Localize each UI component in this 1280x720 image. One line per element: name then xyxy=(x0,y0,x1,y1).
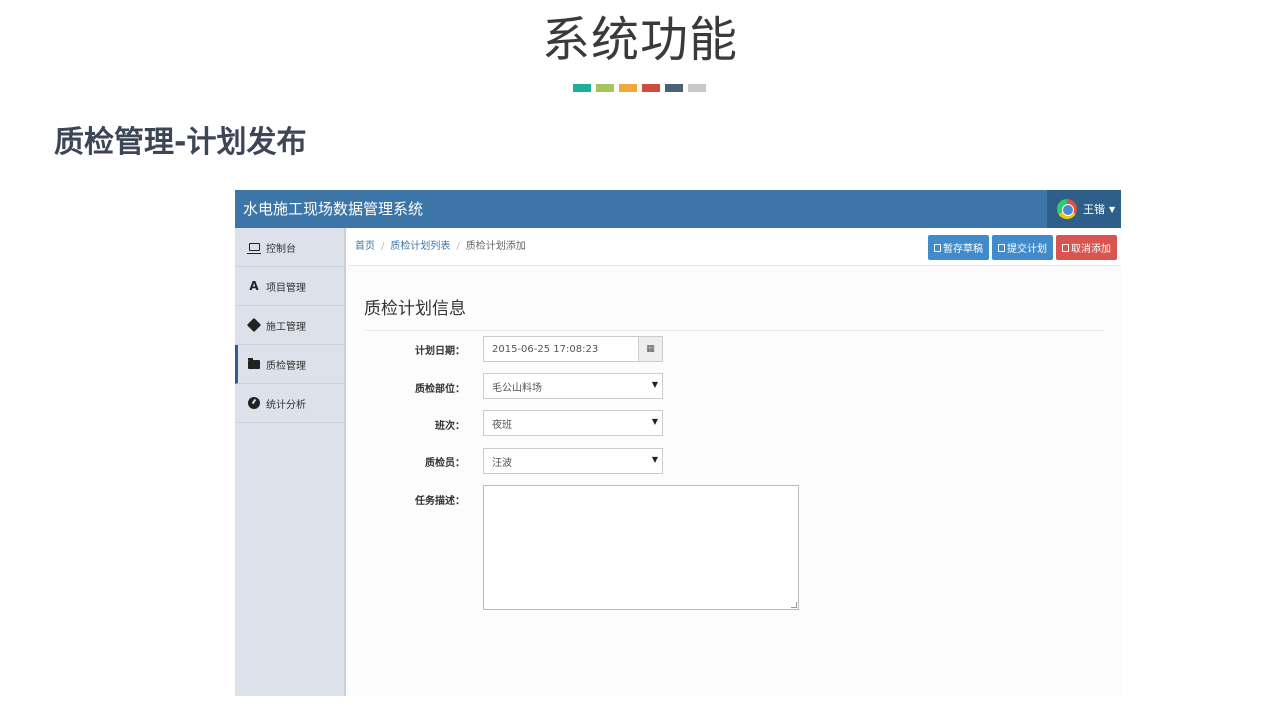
color-swatch xyxy=(619,84,637,92)
user-avatar-icon xyxy=(1057,199,1077,219)
sidebar-item-label: 施工管理 xyxy=(266,321,306,333)
user-name: 王锴 xyxy=(1083,203,1105,216)
inspector-value: 汪波 xyxy=(492,457,512,469)
submit-icon xyxy=(998,243,1005,252)
chevron-down-icon: ▼ xyxy=(651,455,658,464)
dashboard-icon xyxy=(247,397,261,409)
location-value: 毛公山料场 xyxy=(492,382,542,394)
cancel-add-label: 取消添加 xyxy=(1071,244,1111,255)
decorative-color-bar xyxy=(573,84,706,92)
tags-icon xyxy=(246,317,262,333)
slide-title: 系统功能 xyxy=(541,12,738,68)
resize-handle-icon[interactable] xyxy=(791,602,797,608)
form-title: 质检计划信息 xyxy=(364,299,466,319)
main-content: 首页 / 质检计划列表 / 质检计划添加 暂存草稿 提交计划 取消添加 质检计划信息 计… xyxy=(348,228,1121,696)
breadcrumb-separator: / xyxy=(381,241,385,252)
form-divider xyxy=(364,330,1104,331)
plan-date-value: 2015-06-25 17:08:23 xyxy=(492,343,599,355)
plan-date-input[interactable]: 2015-06-25 17:08:23 ▦ xyxy=(483,336,663,362)
sign-out-icon xyxy=(1062,243,1069,252)
sidebar: 控制台 A 项目管理 施工管理 质检管理 统计分析 xyxy=(235,228,346,696)
breadcrumb-separator: / xyxy=(456,241,460,252)
description-textarea[interactable] xyxy=(483,485,799,610)
sidebar-item-quality[interactable]: 质检管理 xyxy=(235,345,344,384)
laptop-icon xyxy=(246,243,261,254)
chevron-down-icon: ▼ xyxy=(651,417,658,426)
color-swatch xyxy=(688,84,706,92)
app-brand[interactable]: 水电施工现场数据管理系统 xyxy=(243,190,423,228)
sidebar-item-label: 控制台 xyxy=(266,243,296,255)
save-draft-button[interactable]: 暂存草稿 xyxy=(928,235,989,260)
color-swatch xyxy=(573,84,591,92)
breadcrumb: 首页 / 质检计划列表 / 质检计划添加 xyxy=(355,228,526,266)
inspector-label: 质检员： xyxy=(425,458,465,469)
shift-value: 夜班 xyxy=(492,419,512,431)
road-icon: A xyxy=(249,279,259,293)
shift-label: 班次： xyxy=(435,421,465,432)
submit-plan-label: 提交计划 xyxy=(1007,244,1047,255)
color-swatch xyxy=(665,84,683,92)
breadcrumb-bar: 首页 / 质检计划列表 / 质检计划添加 暂存草稿 提交计划 取消添加 xyxy=(348,228,1121,266)
color-swatch xyxy=(642,84,660,92)
plan-date-label: 计划日期： xyxy=(415,346,465,357)
sidebar-item-statistics[interactable]: 统计分析 xyxy=(235,384,344,423)
inspector-select[interactable]: 汪波 ▼ xyxy=(483,448,663,474)
app-screenshot: 水电施工现场数据管理系统 王锴 ▼ 控制台 A 项目管理 施工管理 质检管理 统… xyxy=(235,190,1121,696)
chevron-down-icon: ▼ xyxy=(651,380,658,389)
sidebar-item-label: 统计分析 xyxy=(266,399,306,411)
breadcrumb-current: 质检计划添加 xyxy=(465,241,526,252)
save-draft-label: 暂存草稿 xyxy=(943,244,983,255)
shift-select[interactable]: 夜班 ▼ xyxy=(483,410,663,436)
cancel-add-button[interactable]: 取消添加 xyxy=(1056,235,1117,260)
breadcrumb-list[interactable]: 质检计划列表 xyxy=(390,241,450,252)
location-label: 质检部位： xyxy=(415,384,465,395)
slide-subtitle: 质检管理-计划发布 xyxy=(54,125,307,160)
breadcrumb-home[interactable]: 首页 xyxy=(355,241,375,252)
top-navbar: 水电施工现场数据管理系统 王锴 ▼ xyxy=(235,190,1121,228)
caret-down-icon: ▼ xyxy=(1109,204,1116,214)
color-swatch xyxy=(596,84,614,92)
sidebar-item-label: 质检管理 xyxy=(266,360,306,372)
sidebar-item-dashboard[interactable]: 控制台 xyxy=(235,228,344,267)
user-menu[interactable]: 王锴 ▼ xyxy=(1047,190,1121,228)
calendar-icon[interactable]: ▦ xyxy=(638,337,662,361)
save-icon xyxy=(934,243,941,252)
sidebar-item-label: 项目管理 xyxy=(266,282,306,294)
folder-icon xyxy=(247,357,261,369)
location-select[interactable]: 毛公山料场 ▼ xyxy=(483,373,663,399)
sidebar-item-construction[interactable]: 施工管理 xyxy=(235,306,344,345)
action-buttons: 暂存草稿 提交计划 取消添加 xyxy=(928,235,1117,260)
description-label: 任务描述： xyxy=(415,496,465,507)
submit-plan-button[interactable]: 提交计划 xyxy=(992,235,1053,260)
sidebar-item-projects[interactable]: A 项目管理 xyxy=(235,267,344,306)
